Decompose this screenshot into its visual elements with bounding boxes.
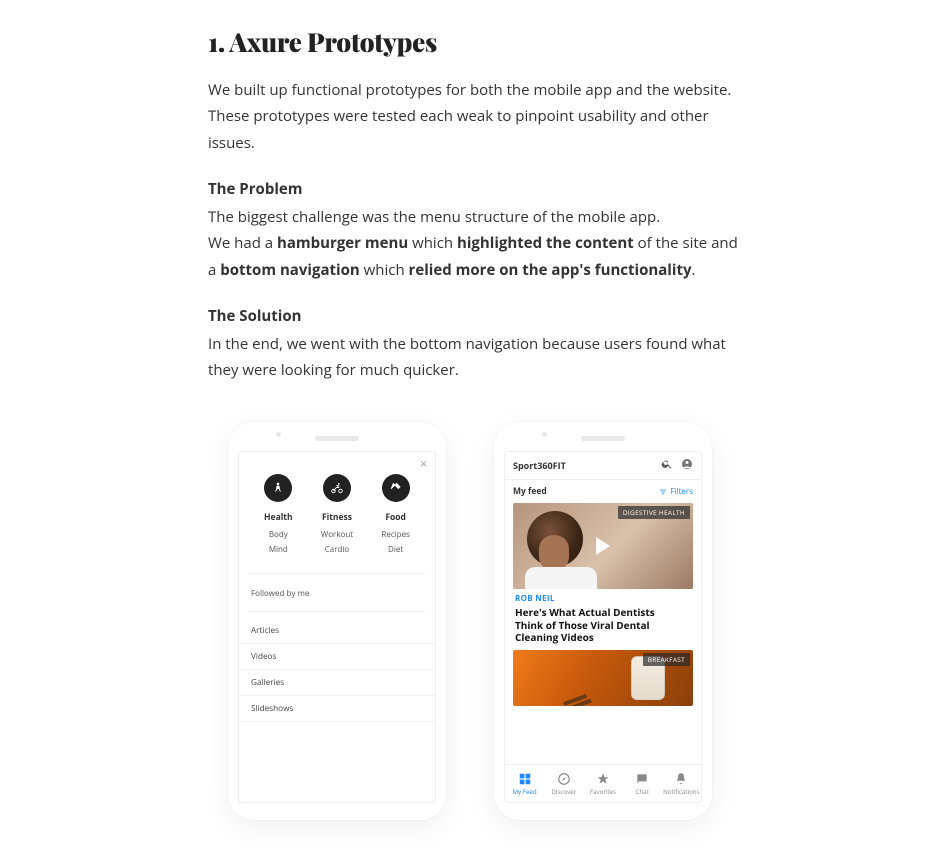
phone-menu-prototype: × Health Body Mind Fitnes [228, 422, 446, 820]
section-heading: 1. Axure Prototypes [208, 24, 748, 59]
filters-button[interactable]: Filters [659, 486, 693, 497]
health-icon[interactable] [264, 474, 292, 502]
close-icon[interactable]: × [420, 458, 427, 470]
solution-paragraph: The Solution In the end, we went with th… [208, 303, 748, 384]
category-health[interactable]: Health Body Mind [249, 508, 307, 559]
bell-icon [674, 772, 688, 786]
tab-my-feed[interactable]: My Feed [505, 772, 544, 796]
list-item[interactable]: Videos [239, 644, 435, 670]
problem-paragraph: The Problem The biggest challenge was th… [208, 176, 748, 283]
tab-chat[interactable]: Chat [623, 772, 662, 796]
play-icon [596, 537, 610, 555]
phone-feed-prototype: Sport360FIT My feed Filters DIGESTIVE HE… [494, 422, 712, 820]
card-headline[interactable]: Here's What Actual Dentists Think of Tho… [505, 604, 701, 650]
tab-favorites[interactable]: Favorites [583, 772, 622, 796]
food-icon[interactable] [382, 474, 410, 502]
solution-text: In the end, we went with the bottom navi… [208, 334, 726, 380]
tab-notifications[interactable]: Notifications [662, 772, 701, 796]
phone-speaker [581, 436, 625, 441]
category-fitness[interactable]: Fitness Workout Cardio [308, 508, 366, 559]
list-item[interactable]: Slideshows [239, 696, 435, 722]
phone-camera [276, 432, 281, 437]
bottom-navigation: My Feed Discover Favorites Chat Notifica… [505, 764, 701, 802]
card-tag: DIGESTIVE HEALTH [618, 506, 690, 519]
star-icon [596, 772, 610, 786]
brand-title: Sport360FIT [513, 459, 566, 472]
feed-card-2-image[interactable]: BREAKFAST [513, 650, 693, 706]
phone2-screen: Sport360FIT My feed Filters DIGESTIVE HE… [504, 451, 702, 803]
card-tag: BREAKFAST [643, 653, 690, 666]
followed-by-me[interactable]: Followed by me [239, 580, 435, 605]
phone-speaker [315, 436, 359, 441]
solution-label: The Solution [208, 303, 748, 329]
compass-icon [557, 772, 571, 786]
grid-icon [518, 772, 532, 786]
feed-title: My feed [513, 486, 547, 497]
fitness-icon[interactable] [323, 474, 351, 502]
filter-icon [659, 488, 667, 496]
account-icon[interactable] [681, 458, 693, 473]
feed-card-1-image[interactable]: DIGESTIVE HEALTH [513, 503, 693, 589]
list-item[interactable]: Galleries [239, 670, 435, 696]
card-author[interactable]: ROB NEIL [505, 593, 701, 604]
problem-label: The Problem [208, 176, 748, 202]
chat-icon [635, 772, 649, 786]
problem-line-1: The biggest challenge was the menu struc… [208, 207, 660, 227]
phone-mockups: × Health Body Mind Fitnes [228, 422, 748, 820]
intro-paragraph: We built up functional prototypes for bo… [208, 77, 748, 156]
tab-discover[interactable]: Discover [544, 772, 583, 796]
search-icon[interactable] [661, 458, 673, 473]
category-food[interactable]: Food Recipes Diet [367, 508, 425, 559]
phone1-screen: × Health Body Mind Fitnes [238, 451, 436, 803]
phone-camera [542, 432, 547, 437]
top-bar: Sport360FIT [505, 452, 701, 480]
list-item[interactable]: Articles [239, 618, 435, 644]
